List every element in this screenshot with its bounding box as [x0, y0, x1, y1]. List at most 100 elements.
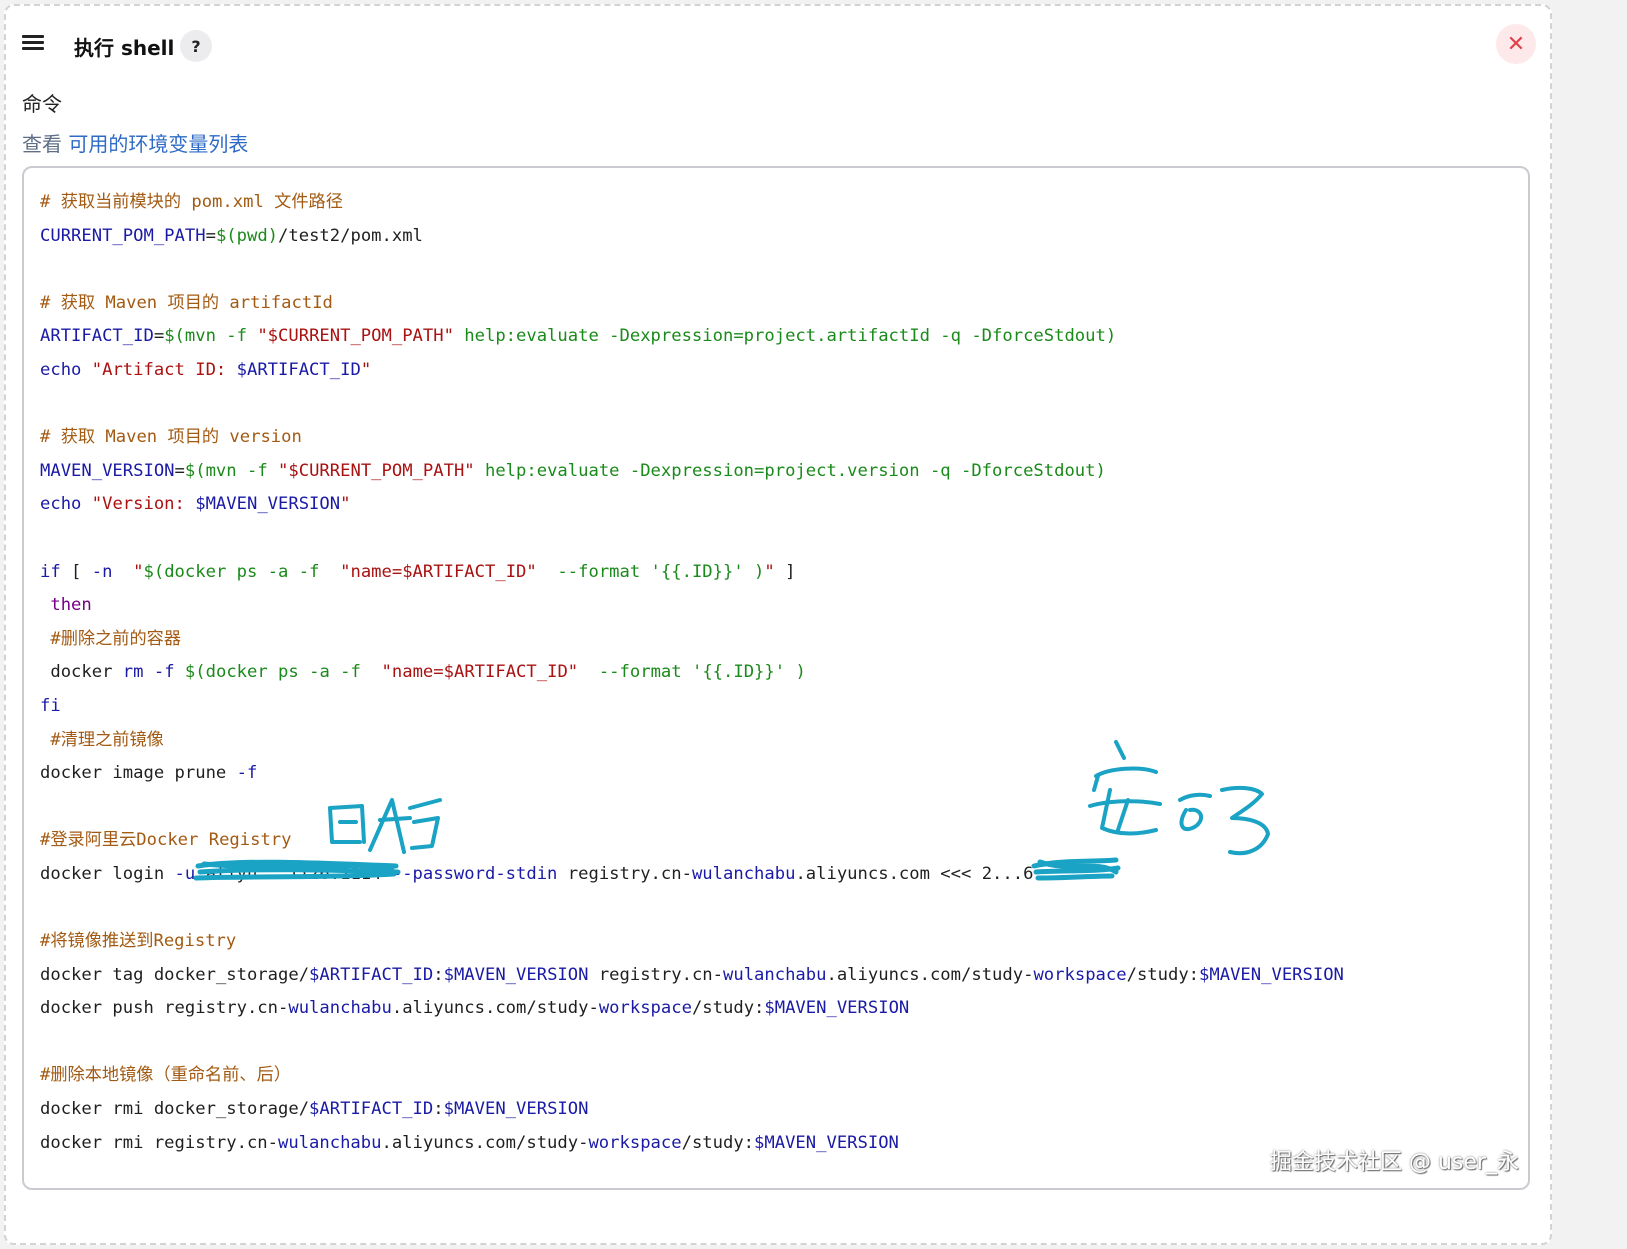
code-token: help:evaluate -Dexpression=project.versi…	[474, 460, 1106, 481]
code-token: wulanchabu	[288, 998, 392, 1019]
code-token: fi	[40, 695, 61, 716]
env-vars-link[interactable]: 可用的环境变量列表	[68, 132, 248, 156]
code-line: ARTIFACT_ID=$(mvn -f "$CURRENT_POM_PATH"…	[40, 320, 1344, 354]
code-token: registry.cn-	[557, 863, 692, 884]
code-line: #删除之前的容器	[40, 623, 1344, 657]
code-token: --format '{{.ID}}' )	[536, 561, 765, 582]
code-line: CURRENT_POM_PATH=$(pwd)/test2/pom.xml	[40, 220, 1344, 254]
code-token: $(mvn -f	[164, 326, 258, 347]
code-token: $(docker ps -a -f	[184, 662, 382, 683]
code-token: wulanchabu	[278, 1132, 382, 1153]
env-vars-prefix: 查看	[22, 132, 69, 156]
code-token: $(pwd)	[215, 225, 279, 246]
code-token: $MAVEN_VERSION	[443, 964, 589, 985]
code-token: =	[153, 326, 165, 347]
code-token: #删除本地镜像（重命名前、后）	[40, 1065, 291, 1086]
code-token: $MAVEN_VERSION	[764, 998, 910, 1019]
code-token: wulanchabu	[723, 964, 827, 985]
code-token: --format '{{.ID}}' )	[578, 662, 806, 683]
code-token: docker login	[40, 863, 175, 884]
code-token: "Version:	[91, 494, 196, 515]
code-token: docker push registry.cn-	[40, 998, 289, 1019]
code-token: #将镜像推送到Registry	[40, 931, 237, 952]
code-token: $ARTIFACT_ID	[309, 1099, 434, 1120]
code-token: # 获取当前模块的 pom.xml 文件路径	[40, 192, 343, 212]
code-line: echo "Artifact ID: $ARTIFACT_ID"	[40, 354, 1344, 388]
code-line: docker push registry.cn-wulanchabu.aliyu…	[40, 992, 1344, 1026]
code-token: /test2/pom.xml	[278, 225, 423, 246]
code-token: docker rmi registry.cn-	[40, 1132, 278, 1153]
code-token: "	[764, 561, 775, 582]
step-title: 执行 shell	[74, 36, 175, 60]
code-token: $MAVEN_VERSION	[195, 494, 341, 515]
code-line: # 获取 Maven 项目的 artifactId	[40, 287, 1344, 321]
code-token: # 获取 Maven 项目的 artifactId	[40, 292, 333, 313]
code-token: if	[40, 561, 61, 582]
code-token: /study:	[1126, 964, 1200, 985]
code-token: "	[360, 359, 372, 380]
code-token: workspace	[588, 1132, 682, 1153]
code-token: "	[133, 561, 144, 582]
code-line: then	[40, 589, 1344, 623]
code-token: :	[433, 1099, 444, 1120]
code-token: "Artifact ID:	[91, 359, 237, 380]
code-token: $(docker ps -a -f	[143, 561, 341, 582]
code-line: #删除本地镜像（重命名前、后）	[40, 1059, 1344, 1093]
code-token: -f	[153, 662, 175, 683]
close-icon[interactable]: ✕	[1496, 24, 1536, 64]
code-token: $MAVEN_VERSION	[754, 1132, 899, 1153]
code-token: #登录阿里云Docker Registry	[40, 830, 292, 851]
code-token: :	[433, 964, 444, 985]
code-token: $ARTIFACT_ID	[309, 964, 434, 985]
code-token: rm	[122, 662, 144, 683]
code-line: # 获取 Maven 项目的 version	[40, 421, 1344, 455]
code-line: docker rmi docker_storage/$ARTIFACT_ID:$…	[40, 1093, 1344, 1127]
code-token: echo	[40, 494, 92, 515]
build-step-panel: 执行 shell ? ✕ 命令 查看 可用的环境变量列表 # 获取当前模块的 p…	[4, 4, 1552, 1245]
code-token: docker rmi docker_storage/	[40, 1099, 310, 1120]
code-token: workspace	[598, 998, 692, 1019]
code-token: aliyu...1126:1114	[195, 863, 392, 884]
code-content: # 获取当前模块的 pom.xml 文件路径 CURRENT_POM_PATH=$…	[40, 186, 1344, 1160]
code-token: .aliyuncs.com/study-	[391, 998, 599, 1019]
code-line: echo "Version: $MAVEN_VERSION"	[40, 488, 1344, 522]
code-token: $ARTIFACT_ID	[236, 359, 361, 380]
code-token: "$CURRENT_POM_PATH"	[257, 326, 454, 347]
code-token: then	[40, 595, 92, 616]
command-textarea[interactable]: # 获取当前模块的 pom.xml 文件路径 CURRENT_POM_PATH=$…	[22, 166, 1530, 1190]
code-line: docker rm -f $(docker ps -a -f "name=$AR…	[40, 656, 1344, 690]
command-label: 命令	[22, 92, 62, 116]
step-header: 执行 shell ? ✕	[6, 6, 1550, 86]
watermark: 掘金技术社区 @ user_永	[1270, 1150, 1519, 1175]
code-line: docker image prune -f	[40, 757, 1344, 791]
code-token: -u	[174, 863, 196, 884]
code-line: docker rmi registry.cn-wulanchabu.aliyun…	[40, 1127, 1344, 1161]
code-token: ]	[774, 561, 796, 582]
code-token: docker tag docker_storage/	[40, 964, 310, 985]
env-vars-line: 查看 可用的环境变量列表	[22, 128, 248, 157]
code-token: CURRENT_POM_PATH	[40, 225, 206, 246]
code-token: "	[340, 494, 351, 515]
code-token: $MAVEN_VERSION	[443, 1099, 589, 1120]
code-line: if [ -n "$(docker ps -a -f "name=$ARTIFA…	[40, 556, 1344, 590]
code-token: "$CURRENT_POM_PATH"	[278, 460, 475, 481]
code-token: # 获取 Maven 项目的 version	[40, 427, 302, 448]
code-token: "name=$ARTIFACT_ID"	[340, 561, 537, 582]
code-line: # 获取当前模块的 pom.xml 文件路径	[40, 186, 1344, 220]
code-token: =	[205, 225, 216, 246]
drag-handle-icon[interactable]	[22, 32, 48, 54]
code-line: #将镜像推送到Registry	[40, 925, 1344, 959]
code-token: /study:	[681, 1132, 755, 1153]
code-token: .aliyuncs.com/study-	[381, 1132, 589, 1153]
help-button[interactable]: ?	[180, 30, 212, 62]
code-line: fi	[40, 690, 1344, 724]
code-token: #清理之前镜像	[40, 729, 164, 750]
code-token: [	[60, 561, 92, 582]
code-line: docker tag docker_storage/$ARTIFACT_ID:$…	[40, 959, 1344, 993]
